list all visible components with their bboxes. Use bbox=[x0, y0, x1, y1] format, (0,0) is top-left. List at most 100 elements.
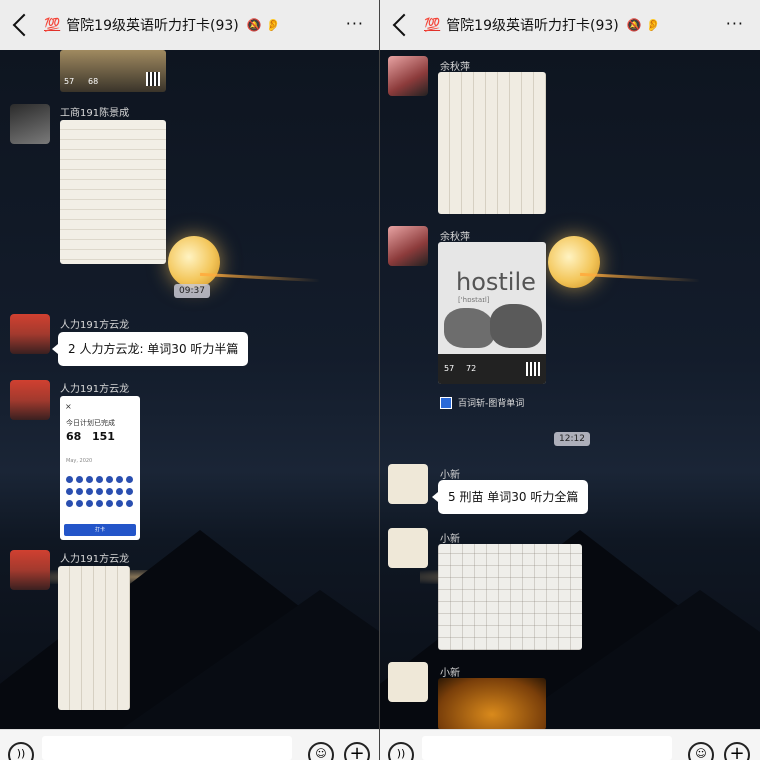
sender-name: 人力191方云龙 bbox=[60, 320, 130, 331]
sender-name: 人力191方云龙 bbox=[60, 554, 130, 565]
sender-name: 工商191陈景成 bbox=[60, 108, 130, 119]
mini-program-link[interactable]: 百词斩-图背单词 bbox=[440, 396, 524, 409]
sender-name: 小新 bbox=[440, 668, 460, 679]
hundred-emoji: 💯 bbox=[44, 17, 61, 33]
mountain bbox=[120, 590, 380, 730]
stat-days: 151 bbox=[92, 430, 115, 443]
calendar-day-dot bbox=[76, 488, 83, 495]
left-chat-screen: 💯 管院19级英语听力打卡(93) 🔕 👂 ··· 57 68 工商191陈景成… bbox=[0, 0, 380, 760]
avatar[interactable] bbox=[388, 226, 428, 266]
chat-title: 管院19级英语听力打卡(93) bbox=[66, 18, 239, 34]
calendar-day-dot bbox=[126, 500, 133, 507]
emoji-icon[interactable]: ☺ bbox=[308, 742, 334, 760]
calendar-day-dot bbox=[96, 488, 103, 495]
plus-icon[interactable]: + bbox=[344, 742, 370, 760]
message-bubble[interactable]: 5 刑苗 单词30 听力全篇 bbox=[431, 480, 589, 514]
handwritten-notes-image[interactable] bbox=[438, 72, 546, 214]
calendar-day-dot bbox=[86, 488, 93, 495]
sender-name: 余秋萍 bbox=[440, 232, 470, 243]
plus-icon[interactable]: + bbox=[724, 742, 750, 760]
calendar-day-dot bbox=[116, 488, 123, 495]
message-input[interactable] bbox=[422, 736, 672, 760]
more-options-button[interactable]: ··· bbox=[726, 14, 744, 33]
calendar-day-dot bbox=[96, 500, 103, 507]
calendar-day-dot bbox=[126, 488, 133, 495]
sender-name: 小新 bbox=[440, 470, 460, 481]
word-card-image[interactable]: 57 68 bbox=[60, 50, 166, 92]
message-bubble[interactable]: 2 人力方云龙: 单词30 听力半篇 bbox=[51, 332, 249, 366]
bell-off-icon: 🔕 bbox=[246, 18, 262, 32]
qr-code bbox=[526, 362, 540, 376]
moon bbox=[168, 236, 220, 288]
rhino-graphic bbox=[444, 308, 494, 348]
chat-title: 管院19级英语听力打卡(93) bbox=[446, 18, 619, 34]
moon bbox=[548, 236, 600, 288]
card-count-2: 72 bbox=[466, 364, 477, 373]
calendar-day-dot bbox=[66, 476, 73, 483]
avatar[interactable] bbox=[10, 380, 50, 420]
message-input[interactable] bbox=[42, 736, 292, 760]
qr-code bbox=[146, 72, 160, 86]
avatar[interactable] bbox=[10, 314, 50, 354]
chat-header: 💯 管院19级英语听力打卡(93) 🔕 👂 ··· bbox=[380, 0, 760, 50]
avatar[interactable] bbox=[10, 550, 50, 590]
calendar-day-dot bbox=[126, 476, 133, 483]
calendar-month: May, 2020 bbox=[66, 458, 93, 464]
moon-streak bbox=[200, 272, 320, 283]
more-options-button[interactable]: ··· bbox=[346, 14, 364, 33]
calendar-day-dot bbox=[86, 476, 93, 483]
ear-icon: 👂 bbox=[265, 18, 281, 32]
card-count-2: 68 bbox=[88, 77, 99, 86]
handwritten-notes-image[interactable] bbox=[58, 566, 130, 710]
sender-name: 人力191方云龙 bbox=[60, 384, 130, 395]
calendar-day-dot bbox=[116, 476, 123, 483]
avatar[interactable] bbox=[388, 662, 428, 702]
right-chat-screen: 💯 管院19级英语听力打卡(93) 🔕 👂 ··· 余秋萍 余秋萍 hostil… bbox=[380, 0, 760, 760]
spice-photo-image[interactable] bbox=[438, 678, 546, 730]
avatar[interactable] bbox=[388, 464, 428, 504]
calendar-day-dot bbox=[86, 500, 93, 507]
voice-icon[interactable]: )) bbox=[8, 742, 34, 760]
app-logo-icon bbox=[440, 396, 452, 409]
stat-learned: 68 bbox=[66, 430, 82, 443]
back-icon[interactable] bbox=[392, 13, 416, 37]
card-word: hostile bbox=[456, 268, 536, 296]
sender-name: 余秋萍 bbox=[440, 62, 470, 73]
calendar-day-dot bbox=[106, 500, 113, 507]
handwritten-notes-image[interactable] bbox=[438, 544, 582, 650]
avatar[interactable] bbox=[388, 56, 428, 96]
word-card-image[interactable]: hostile ['hɒstaɪl] 57 72 bbox=[438, 242, 546, 384]
card-phonetic: ['hɒstaɪl] bbox=[458, 296, 490, 304]
card-footer: 57 72 bbox=[438, 354, 546, 384]
avatar[interactable] bbox=[10, 104, 50, 144]
app-screenshot-image[interactable]: × 今日计划已完成 68 151 May, 2020 打卡 bbox=[60, 396, 140, 540]
timestamp: 12:12 bbox=[554, 432, 590, 446]
chat-header: 💯 管院19级英语听力打卡(93) 🔕 👂 ··· bbox=[0, 0, 380, 50]
calendar-day-dot bbox=[106, 488, 113, 495]
card-count-1: 57 bbox=[64, 77, 75, 86]
calendar-day-dot bbox=[96, 476, 103, 483]
sender-name: 小新 bbox=[440, 534, 460, 545]
voice-icon[interactable]: )) bbox=[388, 742, 414, 760]
handwritten-notes-image[interactable] bbox=[60, 120, 166, 264]
checkin-button: 打卡 bbox=[64, 524, 136, 536]
calendar-day-dot bbox=[66, 488, 73, 495]
calendar-day-dot bbox=[76, 476, 83, 483]
timestamp: 09:37 bbox=[174, 284, 210, 298]
calendar-day-dot bbox=[106, 476, 113, 483]
mini-program-name: 百词斩-图背单词 bbox=[458, 399, 525, 409]
avatar[interactable] bbox=[388, 528, 428, 568]
bell-off-icon: 🔕 bbox=[626, 18, 642, 32]
rhino-graphic bbox=[490, 304, 542, 348]
ear-icon: 👂 bbox=[645, 18, 661, 32]
calendar-day-dot bbox=[66, 500, 73, 507]
calendar-day-dot bbox=[76, 500, 83, 507]
input-bar: )) ☺ + bbox=[380, 729, 760, 760]
moon-streak bbox=[580, 272, 700, 283]
emoji-icon[interactable]: ☺ bbox=[688, 742, 714, 760]
plan-complete-label: 今日计划已完成 bbox=[66, 419, 115, 427]
chat-background bbox=[0, 50, 380, 730]
back-icon[interactable] bbox=[12, 13, 36, 37]
card-count-1: 57 bbox=[444, 364, 455, 373]
hundred-emoji: 💯 bbox=[424, 17, 441, 33]
